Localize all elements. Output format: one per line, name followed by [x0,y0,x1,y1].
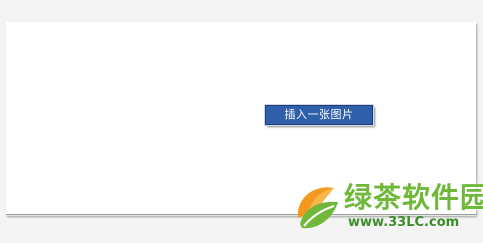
watermark-site-url: www.33LC.com [348,215,460,230]
page-background: 插入一张图片 绿茶软件园 www.33LC.com [0,0,483,243]
watermark-site-name: 绿茶软件园 [344,181,483,214]
insert-image-button[interactable]: 插入一张图片 [264,104,374,126]
site-watermark: 绿茶软件园 www.33LC.com [290,180,483,240]
leaf-logo-icon [297,187,338,229]
